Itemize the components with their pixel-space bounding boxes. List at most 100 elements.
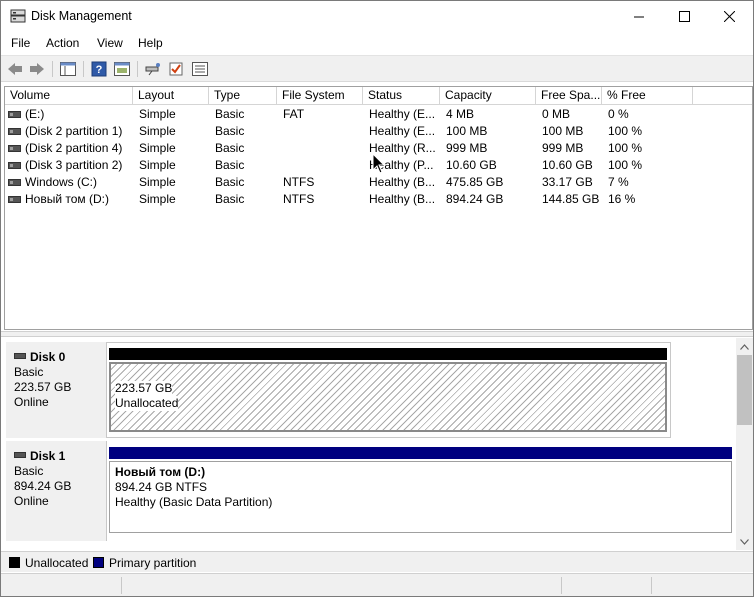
cell-layout: Simple [139,175,176,189]
volume-drive-icon [8,145,21,152]
cell-capacity: 100 MB [446,124,488,138]
cell-percent-free: 100 % [608,141,643,155]
close-icon [724,11,735,22]
cell-capacity: 999 MB [446,141,488,155]
cell-capacity: 475.85 GB [446,175,504,189]
cell-capacity: 4 MB [446,107,475,121]
cell-free-space: 0 MB [542,107,571,121]
column-header-status[interactable]: Status [363,87,440,105]
mouse-cursor-icon [372,153,386,174]
volume-row[interactable]: (E:) Simple Basic FAT Healthy (E... 4 MB 0 MB 0… [5,106,752,123]
maximize-button[interactable] [662,1,707,32]
legend-bar: Unallocated Primary partition [1,551,753,572]
cell-volume: Windows (C:) [25,175,98,189]
disk-0-type: Basic [14,365,44,379]
disk-0-label[interactable]: Disk 0 Basic 223.57 GB Online [6,342,107,438]
column-header-filler [693,87,752,105]
cell-status: Healthy (E... [369,124,436,138]
cell-free-space: 999 MB [542,141,584,155]
disk-management-app-icon [10,9,26,23]
settings-list-button[interactable] [191,60,209,78]
menu-help[interactable]: Help [138,36,163,50]
disk-0-unallocated-bar [109,348,667,360]
cell-file-system: NTFS [283,192,315,206]
cell-layout: Simple [139,124,176,138]
disk-1-state: Online [14,494,49,508]
cell-percent-free: 7 % [608,175,629,189]
column-header-file-system[interactable]: File System [277,87,363,105]
disk-0-size: 223.57 GB [14,380,72,394]
cell-volume: (Disk 2 partition 4) [25,141,123,155]
cell-status: Healthy (B... [369,175,436,189]
disk-1-name: Disk 1 [30,449,66,463]
volume-drive-icon [8,179,21,186]
volume-row[interactable]: Windows (C:) Simple Basic NTFS Healthy (B...… [5,174,752,191]
cell-layout: Simple [139,141,176,155]
column-header-layout[interactable]: Layout [133,87,209,105]
scroll-up-button[interactable] [736,338,753,355]
unallocated-size: 223.57 GB [115,381,173,396]
volume-row[interactable]: (Disk 2 partition 1) Simple Basic Healthy (… [5,123,752,140]
check-button[interactable] [167,60,185,78]
close-button[interactable] [707,1,752,32]
column-header-type[interactable]: Type [209,87,277,105]
toolbar-separator [52,61,53,77]
back-arrow-icon [8,63,22,75]
volume-drive-icon [8,128,21,135]
show-hide-tree-icon [60,62,76,76]
cell-status: Healthy (B... [369,192,436,206]
column-header-percent-free[interactable]: % Free [602,87,693,105]
cell-free-space: 100 MB [542,124,584,138]
volume-row[interactable]: Новый том (D:) Simple Basic NTFS Healthy (B.… [5,191,752,208]
scroll-down-button[interactable] [736,533,753,550]
cell-free-space: 33.17 GB [542,175,593,189]
cell-percent-free: 100 % [608,158,643,172]
maximize-icon [679,11,690,22]
back-button[interactable] [6,60,24,78]
connect-drive-button[interactable] [144,60,162,78]
help-button[interactable]: ? [90,60,108,78]
cell-percent-free: 16 % [608,192,636,206]
minimize-icon [634,16,644,18]
properties-button[interactable] [113,60,131,78]
legend-primary-label: Primary partition [109,556,197,570]
column-header-volume[interactable]: Volume [5,87,133,105]
cell-volume: (Disk 3 partition 2) [25,158,123,172]
minimize-button[interactable] [617,1,662,32]
cell-layout: Simple [139,158,176,172]
svg-text:?: ? [96,64,103,76]
column-header-capacity[interactable]: Capacity [440,87,536,105]
chevron-down-icon [740,538,749,545]
graphical-view-scrollbar[interactable] [736,338,753,550]
volume-list[interactable]: Volume Layout Type File System Status Ca… [4,86,753,330]
status-divider [651,577,652,594]
cell-percent-free: 100 % [608,124,643,138]
status-divider [561,577,562,594]
forward-arrow-icon [30,63,44,75]
help-icon: ? [91,61,107,77]
legend-unallocated-label: Unallocated [25,556,89,570]
forward-button[interactable] [28,60,46,78]
disk-0-unallocated-region[interactable]: 223.57 GB Unallocated [109,362,667,432]
disk-management-window: Disk Management File Action View Help ? [0,0,754,597]
cell-type: Basic [215,175,245,189]
menu-file[interactable]: File [11,36,30,50]
toolbar: ? [1,55,753,82]
partition-d-title: Новый том (D:) [115,465,206,479]
show-hide-tree-button[interactable] [59,60,77,78]
disk-1-label[interactable]: Disk 1 Basic 894.24 GB Online [6,441,107,541]
disk-1-primary-bar [109,447,732,459]
settings-list-icon [192,62,208,76]
pane-splitter[interactable] [1,331,753,337]
cell-file-system: FAT [283,107,305,121]
menu-view[interactable]: View [97,36,123,50]
scroll-thumb[interactable] [737,355,752,425]
legend-unallocated-swatch [9,557,20,568]
properties-icon [114,62,130,76]
menu-action[interactable]: Action [46,36,79,50]
legend-primary-swatch [93,557,104,568]
column-header-free-space[interactable]: Free Spa... [536,87,602,105]
volume-drive-icon [8,111,21,118]
toolbar-separator [137,61,138,77]
disk-1-partition-d[interactable]: Новый том (D:) 894.24 GB NTFS Healthy (B… [109,461,732,533]
